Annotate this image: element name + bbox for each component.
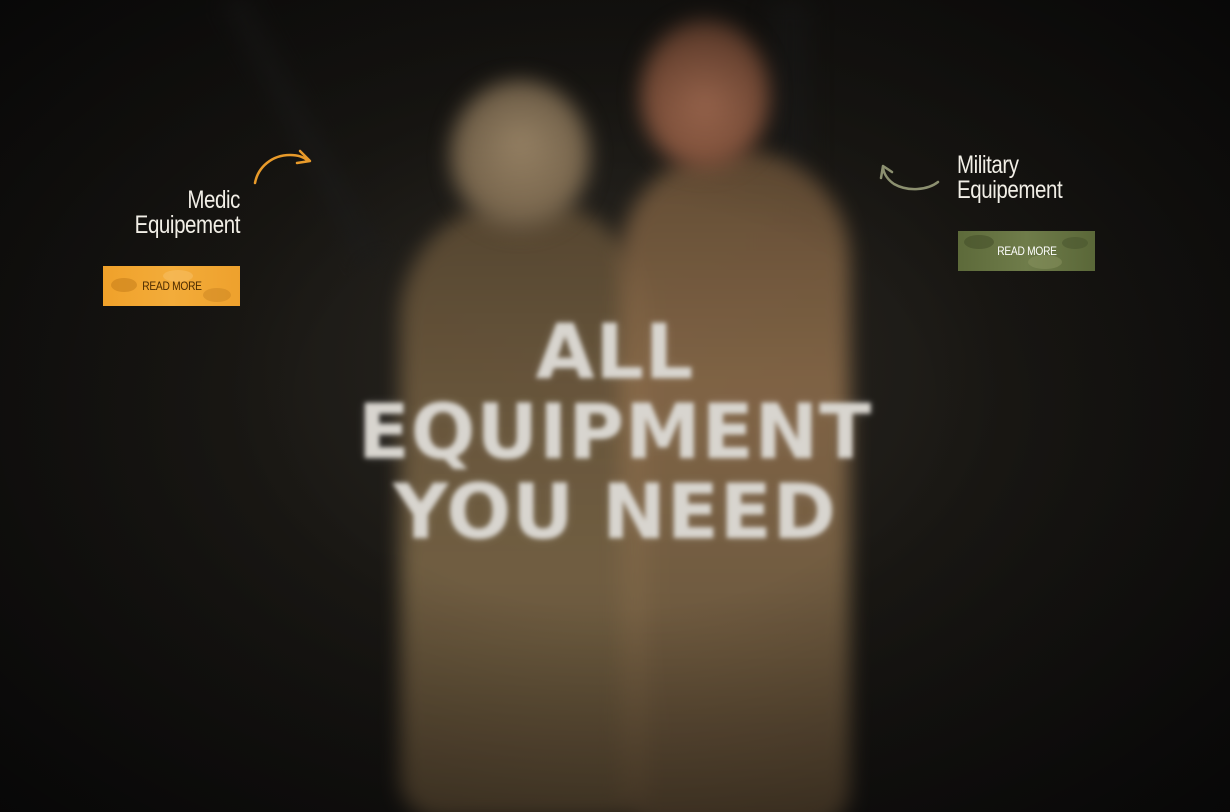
medic-read-more-button[interactable]: READ MORE	[103, 266, 240, 306]
camo-pattern	[111, 278, 137, 292]
camo-pattern	[203, 288, 231, 302]
military-title-line-2: Equipement	[957, 176, 1063, 204]
hero-banner: ALL EQUIPMENT YOU NEED Medic Equipement …	[0, 0, 1230, 812]
soldier-right-head-image	[640, 20, 770, 170]
military-read-more-label: READ MORE	[996, 244, 1057, 258]
military-read-more-button[interactable]: READ MORE	[958, 231, 1095, 271]
military-title-line-1: Military	[957, 151, 1019, 179]
rifle-left-image	[221, 0, 385, 269]
medic-title-line-1: Medic	[187, 186, 240, 214]
curved-arrow-left-icon	[879, 164, 940, 191]
medic-read-more-label: READ MORE	[141, 279, 202, 293]
camo-pattern	[1062, 237, 1088, 249]
curved-arrow-right-icon	[253, 149, 312, 185]
military-equipment-title: Military Equipement	[957, 153, 1088, 203]
camo-pattern	[964, 235, 994, 249]
headline-line-2: YOU NEED	[393, 467, 837, 556]
medic-equipment-title: Medic Equipement	[125, 186, 241, 239]
medic-title-line-2: Equipement	[134, 211, 241, 239]
headline-line-1: ALL EQUIPMENT	[357, 307, 873, 476]
soldier-left-helmet-image	[450, 80, 590, 230]
hero-headline: ALL EQUIPMENT YOU NEED	[340, 312, 890, 552]
